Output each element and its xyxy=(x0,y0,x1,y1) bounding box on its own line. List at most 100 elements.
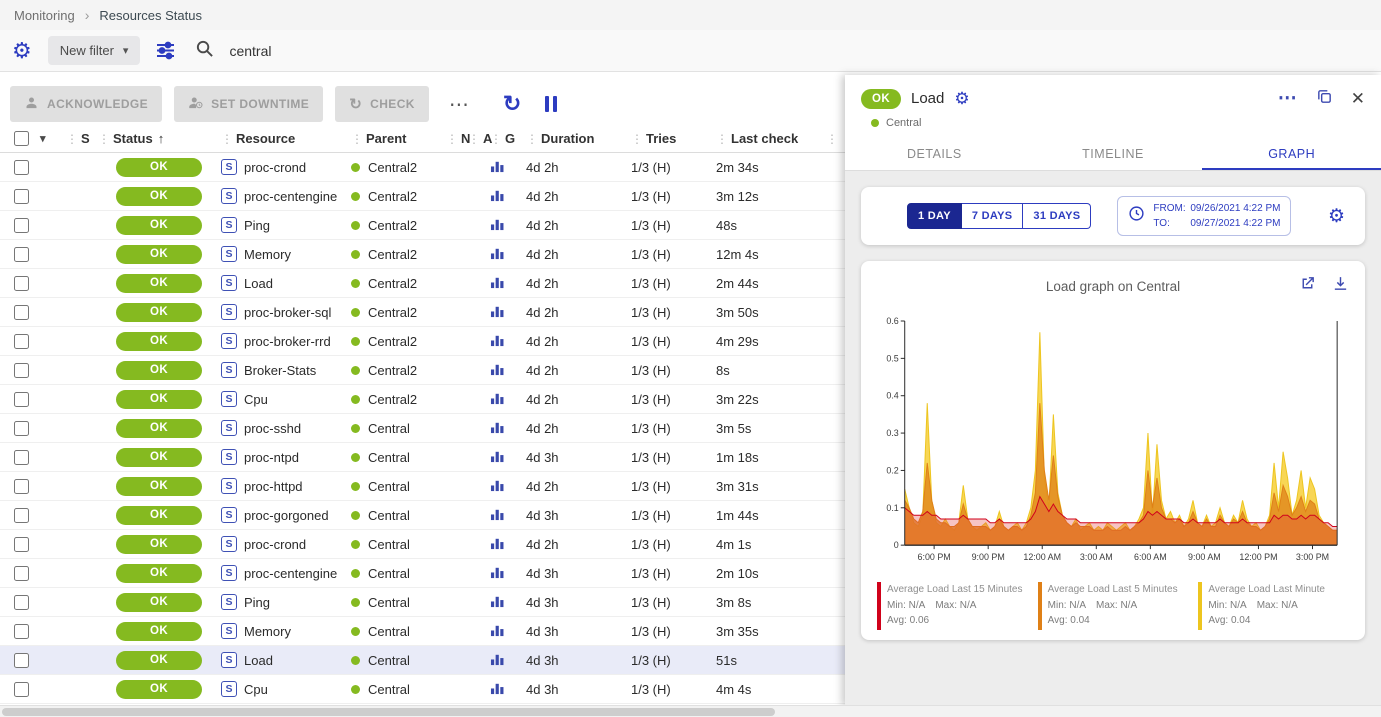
table-row[interactable]: OK S Ping Central2 4d 2h 1/3 (H) 48s xyxy=(0,211,900,240)
legend-item[interactable]: Average Load Last Minute Min: N/AMax: N/… xyxy=(1198,582,1349,630)
row-checkbox[interactable] xyxy=(14,566,29,581)
graph-icon[interactable] xyxy=(490,449,505,466)
column-drag-icon[interactable]: ⋮ xyxy=(716,132,728,146)
graph-icon[interactable] xyxy=(490,536,505,553)
sort-asc-icon[interactable]: ↑ xyxy=(158,131,165,146)
column-header-duration[interactable]: Duration xyxy=(541,131,594,146)
legend-item[interactable]: Average Load Last 15 Minutes Min: N/AMax… xyxy=(877,582,1028,630)
graph-icon[interactable] xyxy=(490,623,505,640)
period-7-days-button[interactable]: 7 DAYS xyxy=(962,203,1024,229)
row-checkbox[interactable] xyxy=(14,160,29,175)
column-header-parent[interactable]: Parent xyxy=(366,131,406,146)
select-rows-dropdown-icon[interactable]: ▾ xyxy=(40,132,46,145)
table-row[interactable]: OK S proc-sshd Central 4d 2h 1/3 (H) 3m xyxy=(0,414,900,443)
column-header-g[interactable]: G xyxy=(505,131,515,146)
row-checkbox[interactable] xyxy=(14,247,29,262)
scrollbar-thumb[interactable] xyxy=(2,708,775,716)
column-header-last-check[interactable]: Last check xyxy=(731,131,798,146)
row-checkbox[interactable] xyxy=(14,189,29,204)
column-drag-icon[interactable]: ⋮ xyxy=(66,132,78,146)
table-row[interactable]: OK S Cpu Central 4d 3h 1/3 (H) 4m 4s xyxy=(0,675,900,704)
column-drag-icon[interactable]: ⋮ xyxy=(526,132,538,146)
graph-icon[interactable] xyxy=(490,594,505,611)
table-row[interactable]: OK S proc-broker-rrd Central2 4d 2h 1/3 … xyxy=(0,327,900,356)
advanced-filter-tune-icon[interactable] xyxy=(156,41,175,60)
row-checkbox[interactable] xyxy=(14,682,29,697)
table-row[interactable]: OK S proc-gorgoned Central 4d 3h 1/3 (H) xyxy=(0,501,900,530)
row-checkbox[interactable] xyxy=(14,624,29,639)
filter-settings-gear-icon[interactable]: ⚙ xyxy=(12,40,32,62)
download-icon[interactable] xyxy=(1332,275,1349,297)
column-drag-icon[interactable]: ⋮ xyxy=(446,132,458,146)
tab-graph[interactable]: GRAPH xyxy=(1202,137,1381,170)
row-checkbox[interactable] xyxy=(14,218,29,233)
refresh-button[interactable]: ↻ xyxy=(503,91,521,117)
period-1-day-button[interactable]: 1 DAY xyxy=(907,203,962,229)
graph-icon[interactable] xyxy=(490,246,505,263)
table-row[interactable]: OK S proc-crond Central 4d 2h 1/3 (H) 4m xyxy=(0,530,900,559)
table-row[interactable]: OK S proc-broker-sql Central2 4d 2h 1/3 … xyxy=(0,298,900,327)
panel-more-icon[interactable]: ⋯ xyxy=(1278,87,1298,110)
table-row[interactable]: OK S Load Central 4d 3h 1/3 (H) 51s xyxy=(0,646,900,675)
column-header-tries[interactable]: Tries xyxy=(646,131,676,146)
table-row[interactable]: OK S proc-httpd Central 4d 2h 1/3 (H) 3m xyxy=(0,472,900,501)
column-header-resource[interactable]: Resource xyxy=(236,131,295,146)
column-header-s[interactable]: S xyxy=(81,131,90,146)
column-drag-icon[interactable]: ⋮ xyxy=(98,132,110,146)
graph-icon[interactable] xyxy=(490,159,505,176)
new-filter-dropdown[interactable]: New filter ▾ xyxy=(48,36,141,65)
select-all-checkbox[interactable] xyxy=(14,131,29,146)
legend-item[interactable]: Average Load Last 5 Minutes Min: N/AMax:… xyxy=(1038,582,1189,630)
row-checkbox[interactable] xyxy=(14,392,29,407)
graph-icon[interactable] xyxy=(490,333,505,350)
table-row[interactable]: OK S Broker-Stats Central2 4d 2h 1/3 (H) xyxy=(0,356,900,385)
column-drag-icon[interactable]: ⋮ xyxy=(631,132,643,146)
row-checkbox[interactable] xyxy=(14,479,29,494)
table-row[interactable]: OK S proc-centengine Central 4d 3h 1/3 (… xyxy=(0,559,900,588)
acknowledge-button[interactable]: ACKNOWLEDGE xyxy=(10,86,162,122)
table-row[interactable]: OK S Ping Central 4d 3h 1/3 (H) 3m 8s xyxy=(0,588,900,617)
table-row[interactable]: OK S proc-centengine Central2 4d 2h 1/3 … xyxy=(0,182,900,211)
open-in-new-icon[interactable] xyxy=(1299,275,1316,297)
row-checkbox[interactable] xyxy=(14,450,29,465)
check-button[interactable]: ↻ CHECK xyxy=(335,86,429,122)
row-checkbox[interactable] xyxy=(14,334,29,349)
column-header-status[interactable]: Status xyxy=(113,131,153,146)
close-panel-icon[interactable]: ✕ xyxy=(1351,89,1365,109)
graph-icon[interactable] xyxy=(490,420,505,437)
graph-icon[interactable] xyxy=(490,188,505,205)
breadcrumb-item-resources-status[interactable]: Resources Status xyxy=(99,8,202,23)
table-row[interactable]: OK S proc-crond Central2 4d 2h 1/3 (H) 2 xyxy=(0,153,900,182)
row-checkbox[interactable] xyxy=(14,421,29,436)
column-drag-icon[interactable]: ⋮ xyxy=(221,132,233,146)
table-row[interactable]: OK S Memory Central2 4d 2h 1/3 (H) 12m 4 xyxy=(0,240,900,269)
row-checkbox[interactable] xyxy=(14,595,29,610)
tab-timeline[interactable]: TIMELINE xyxy=(1024,137,1203,170)
graph-icon[interactable] xyxy=(490,478,505,495)
table-row[interactable]: OK S Memory Central 4d 3h 1/3 (H) 3m 35s xyxy=(0,617,900,646)
search-input[interactable] xyxy=(227,42,647,60)
graph-icon[interactable] xyxy=(490,565,505,582)
set-downtime-button[interactable]: SET DOWNTIME xyxy=(174,86,323,122)
graph-icon[interactable] xyxy=(490,304,505,321)
graph-icon[interactable] xyxy=(490,652,505,669)
row-checkbox[interactable] xyxy=(14,305,29,320)
pause-autorefresh-button[interactable] xyxy=(545,96,557,112)
column-drag-icon[interactable]: ⋮ xyxy=(351,132,363,146)
table-row[interactable]: OK S Cpu Central2 4d 2h 1/3 (H) 3m 22s xyxy=(0,385,900,414)
copy-link-icon[interactable] xyxy=(1316,88,1333,110)
graph-icon[interactable] xyxy=(490,681,505,698)
row-checkbox[interactable] xyxy=(14,537,29,552)
more-actions-button[interactable]: ⋯ xyxy=(441,92,477,117)
row-checkbox[interactable] xyxy=(14,653,29,668)
graph-icon[interactable] xyxy=(490,391,505,408)
service-settings-gear-icon[interactable]: ⚙ xyxy=(954,90,969,107)
column-drag-icon[interactable]: ⋮ xyxy=(826,132,838,146)
period-31-days-button[interactable]: 31 DAYS xyxy=(1023,203,1091,229)
graph-icon[interactable] xyxy=(490,217,505,234)
row-checkbox[interactable] xyxy=(14,363,29,378)
graph-icon[interactable] xyxy=(490,507,505,524)
graph-icon[interactable] xyxy=(490,362,505,379)
row-checkbox[interactable] xyxy=(14,276,29,291)
tab-details[interactable]: DETAILS xyxy=(845,137,1024,170)
